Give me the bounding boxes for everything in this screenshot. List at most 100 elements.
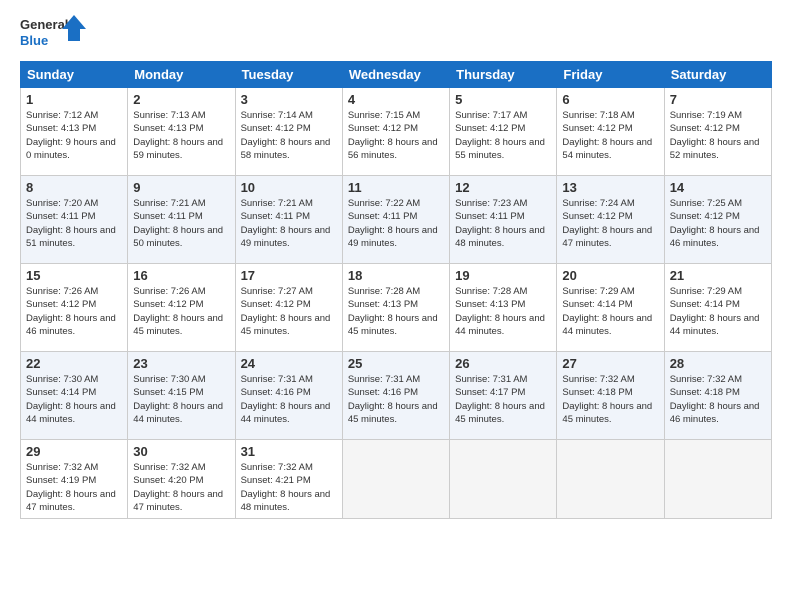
calendar-cell: 8 Sunrise: 7:20 AM Sunset: 4:11 PM Dayli…	[21, 176, 128, 264]
day-number: 16	[133, 268, 229, 283]
calendar-cell: 6 Sunrise: 7:18 AM Sunset: 4:12 PM Dayli…	[557, 88, 664, 176]
calendar-cell: 18 Sunrise: 7:28 AM Sunset: 4:13 PM Dayl…	[342, 264, 449, 352]
calendar-cell: 7 Sunrise: 7:19 AM Sunset: 4:12 PM Dayli…	[664, 88, 771, 176]
calendar-week-row: 1 Sunrise: 7:12 AM Sunset: 4:13 PM Dayli…	[21, 88, 772, 176]
day-number: 26	[455, 356, 551, 371]
calendar: SundayMondayTuesdayWednesdayThursdayFrid…	[20, 61, 772, 519]
day-info: Sunrise: 7:20 AM Sunset: 4:11 PM Dayligh…	[26, 197, 122, 250]
day-number: 14	[670, 180, 766, 195]
calendar-cell: 9 Sunrise: 7:21 AM Sunset: 4:11 PM Dayli…	[128, 176, 235, 264]
day-number: 5	[455, 92, 551, 107]
day-info: Sunrise: 7:32 AM Sunset: 4:18 PM Dayligh…	[562, 373, 658, 426]
calendar-cell: 30 Sunrise: 7:32 AM Sunset: 4:20 PM Dayl…	[128, 440, 235, 519]
calendar-cell: 22 Sunrise: 7:30 AM Sunset: 4:14 PM Dayl…	[21, 352, 128, 440]
day-number: 17	[241, 268, 337, 283]
calendar-cell: 16 Sunrise: 7:26 AM Sunset: 4:12 PM Dayl…	[128, 264, 235, 352]
calendar-cell: 26 Sunrise: 7:31 AM Sunset: 4:17 PM Dayl…	[450, 352, 557, 440]
calendar-cell: 29 Sunrise: 7:32 AM Sunset: 4:19 PM Dayl…	[21, 440, 128, 519]
calendar-cell: 13 Sunrise: 7:24 AM Sunset: 4:12 PM Dayl…	[557, 176, 664, 264]
calendar-cell: 12 Sunrise: 7:23 AM Sunset: 4:11 PM Dayl…	[450, 176, 557, 264]
day-info: Sunrise: 7:28 AM Sunset: 4:13 PM Dayligh…	[455, 285, 551, 338]
day-number: 1	[26, 92, 122, 107]
day-number: 29	[26, 444, 122, 459]
header: General Blue	[20, 15, 772, 53]
calendar-cell: 17 Sunrise: 7:27 AM Sunset: 4:12 PM Dayl…	[235, 264, 342, 352]
day-info: Sunrise: 7:32 AM Sunset: 4:19 PM Dayligh…	[26, 461, 122, 514]
day-info: Sunrise: 7:15 AM Sunset: 4:12 PM Dayligh…	[348, 109, 444, 162]
day-info: Sunrise: 7:31 AM Sunset: 4:16 PM Dayligh…	[241, 373, 337, 426]
day-info: Sunrise: 7:32 AM Sunset: 4:20 PM Dayligh…	[133, 461, 229, 514]
header-row: SundayMondayTuesdayWednesdayThursdayFrid…	[21, 62, 772, 88]
day-info: Sunrise: 7:31 AM Sunset: 4:17 PM Dayligh…	[455, 373, 551, 426]
day-number: 24	[241, 356, 337, 371]
day-info: Sunrise: 7:14 AM Sunset: 4:12 PM Dayligh…	[241, 109, 337, 162]
day-number: 22	[26, 356, 122, 371]
day-info: Sunrise: 7:21 AM Sunset: 4:11 PM Dayligh…	[241, 197, 337, 250]
day-info: Sunrise: 7:18 AM Sunset: 4:12 PM Dayligh…	[562, 109, 658, 162]
calendar-cell: 21 Sunrise: 7:29 AM Sunset: 4:14 PM Dayl…	[664, 264, 771, 352]
day-number: 4	[348, 92, 444, 107]
day-number: 21	[670, 268, 766, 283]
day-info: Sunrise: 7:21 AM Sunset: 4:11 PM Dayligh…	[133, 197, 229, 250]
day-info: Sunrise: 7:30 AM Sunset: 4:15 PM Dayligh…	[133, 373, 229, 426]
calendar-cell: 31 Sunrise: 7:32 AM Sunset: 4:21 PM Dayl…	[235, 440, 342, 519]
calendar-cell: 3 Sunrise: 7:14 AM Sunset: 4:12 PM Dayli…	[235, 88, 342, 176]
calendar-week-row: 15 Sunrise: 7:26 AM Sunset: 4:12 PM Dayl…	[21, 264, 772, 352]
calendar-cell: 1 Sunrise: 7:12 AM Sunset: 4:13 PM Dayli…	[21, 88, 128, 176]
day-info: Sunrise: 7:23 AM Sunset: 4:11 PM Dayligh…	[455, 197, 551, 250]
day-info: Sunrise: 7:26 AM Sunset: 4:12 PM Dayligh…	[133, 285, 229, 338]
calendar-week-row: 29 Sunrise: 7:32 AM Sunset: 4:19 PM Dayl…	[21, 440, 772, 519]
calendar-cell	[342, 440, 449, 519]
generalblue-logo-svg: General Blue	[20, 15, 90, 53]
calendar-cell: 15 Sunrise: 7:26 AM Sunset: 4:12 PM Dayl…	[21, 264, 128, 352]
calendar-cell: 25 Sunrise: 7:31 AM Sunset: 4:16 PM Dayl…	[342, 352, 449, 440]
day-number: 8	[26, 180, 122, 195]
calendar-week-row: 8 Sunrise: 7:20 AM Sunset: 4:11 PM Dayli…	[21, 176, 772, 264]
day-number: 2	[133, 92, 229, 107]
day-info: Sunrise: 7:30 AM Sunset: 4:14 PM Dayligh…	[26, 373, 122, 426]
day-number: 12	[455, 180, 551, 195]
svg-text:General: General	[20, 17, 68, 32]
calendar-cell: 2 Sunrise: 7:13 AM Sunset: 4:13 PM Dayli…	[128, 88, 235, 176]
day-number: 6	[562, 92, 658, 107]
calendar-cell: 14 Sunrise: 7:25 AM Sunset: 4:12 PM Dayl…	[664, 176, 771, 264]
day-info: Sunrise: 7:26 AM Sunset: 4:12 PM Dayligh…	[26, 285, 122, 338]
calendar-cell: 23 Sunrise: 7:30 AM Sunset: 4:15 PM Dayl…	[128, 352, 235, 440]
day-number: 27	[562, 356, 658, 371]
day-header: Sunday	[21, 62, 128, 88]
calendar-cell: 4 Sunrise: 7:15 AM Sunset: 4:12 PM Dayli…	[342, 88, 449, 176]
calendar-cell	[450, 440, 557, 519]
day-info: Sunrise: 7:24 AM Sunset: 4:12 PM Dayligh…	[562, 197, 658, 250]
day-number: 30	[133, 444, 229, 459]
day-number: 20	[562, 268, 658, 283]
day-info: Sunrise: 7:32 AM Sunset: 4:18 PM Dayligh…	[670, 373, 766, 426]
day-number: 23	[133, 356, 229, 371]
day-info: Sunrise: 7:27 AM Sunset: 4:12 PM Dayligh…	[241, 285, 337, 338]
day-header: Wednesday	[342, 62, 449, 88]
day-info: Sunrise: 7:13 AM Sunset: 4:13 PM Dayligh…	[133, 109, 229, 162]
page: General Blue SundayMondayTuesdayWednesda…	[0, 0, 792, 612]
day-number: 7	[670, 92, 766, 107]
day-number: 15	[26, 268, 122, 283]
day-info: Sunrise: 7:17 AM Sunset: 4:12 PM Dayligh…	[455, 109, 551, 162]
day-info: Sunrise: 7:28 AM Sunset: 4:13 PM Dayligh…	[348, 285, 444, 338]
day-info: Sunrise: 7:31 AM Sunset: 4:16 PM Dayligh…	[348, 373, 444, 426]
day-number: 11	[348, 180, 444, 195]
calendar-cell: 5 Sunrise: 7:17 AM Sunset: 4:12 PM Dayli…	[450, 88, 557, 176]
calendar-cell: 24 Sunrise: 7:31 AM Sunset: 4:16 PM Dayl…	[235, 352, 342, 440]
day-number: 28	[670, 356, 766, 371]
calendar-cell: 27 Sunrise: 7:32 AM Sunset: 4:18 PM Dayl…	[557, 352, 664, 440]
day-number: 13	[562, 180, 658, 195]
day-info: Sunrise: 7:22 AM Sunset: 4:11 PM Dayligh…	[348, 197, 444, 250]
day-info: Sunrise: 7:29 AM Sunset: 4:14 PM Dayligh…	[562, 285, 658, 338]
day-info: Sunrise: 7:32 AM Sunset: 4:21 PM Dayligh…	[241, 461, 337, 514]
day-number: 18	[348, 268, 444, 283]
svg-text:Blue: Blue	[20, 33, 48, 48]
calendar-cell: 11 Sunrise: 7:22 AM Sunset: 4:11 PM Dayl…	[342, 176, 449, 264]
day-number: 9	[133, 180, 229, 195]
day-info: Sunrise: 7:12 AM Sunset: 4:13 PM Dayligh…	[26, 109, 122, 162]
day-number: 3	[241, 92, 337, 107]
day-info: Sunrise: 7:19 AM Sunset: 4:12 PM Dayligh…	[670, 109, 766, 162]
calendar-cell: 19 Sunrise: 7:28 AM Sunset: 4:13 PM Dayl…	[450, 264, 557, 352]
day-number: 19	[455, 268, 551, 283]
